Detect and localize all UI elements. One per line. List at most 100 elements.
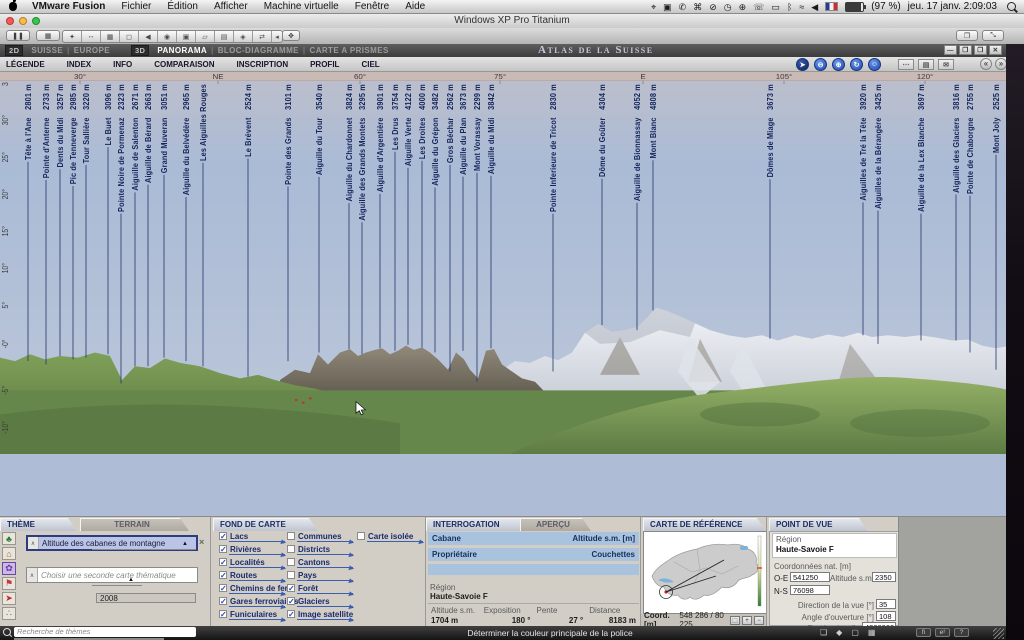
mac-menu-machine-virtuelle[interactable]: Machine virtuelle <box>256 1 347 12</box>
menu-clock[interactable]: jeu. 17 janv. 2:09:03 <box>908 1 997 12</box>
keyboard-flag-icon[interactable] <box>825 2 838 11</box>
display-icon[interactable]: ▭ <box>771 0 780 14</box>
checkbox-communes[interactable] <box>287 532 295 540</box>
menu-item-inscription[interactable]: INSCRIPTION <box>237 60 289 69</box>
pause-button[interactable]: ❚❚ <box>6 30 30 41</box>
printer-icon[interactable]: ▤ <box>215 31 234 42</box>
checkbox-routes[interactable]: ✓ <box>219 571 227 579</box>
battery-icon[interactable] <box>845 2 864 12</box>
layer-slider[interactable] <box>229 606 285 607</box>
combo-caret-icon[interactable]: ∧ <box>28 537 39 549</box>
layer-slider[interactable] <box>229 567 285 568</box>
checkbox-funiculaires[interactable]: ✓ <box>219 610 227 618</box>
suspend-icon[interactable]: ◻ <box>120 31 139 42</box>
maximize-button[interactable]: ❐ <box>974 45 987 55</box>
zoom-in-map-button[interactable]: + <box>742 616 752 625</box>
panorama-view[interactable]: Tête à l'Ane 2801 mPointe d'Anterne 2733… <box>0 72 1006 516</box>
angle-field[interactable]: 108 <box>876 611 896 621</box>
switzerland-map[interactable] <box>643 531 767 614</box>
tab-terrain[interactable]: TERRAIN <box>80 518 189 531</box>
layer-slider[interactable] <box>297 606 353 607</box>
software-update-icon[interactable]: ⊕ <box>739 0 747 14</box>
layer-slider[interactable] <box>297 580 353 581</box>
document-icon[interactable]: ▢ <box>851 628 859 637</box>
nav-item-carte-a-prismes[interactable]: CARTE A PRISMES <box>307 46 392 55</box>
snapshot-button[interactable]: ▦ <box>36 30 60 41</box>
vm-window-icon[interactable]: ▣ <box>663 0 672 14</box>
mac-menu-vmware-fusion[interactable]: VMware Fusion <box>24 1 113 12</box>
snapshot-corner-button[interactable]: ❐ <box>956 30 978 41</box>
cabins-theme-icon[interactable]: ⌂ <box>2 547 16 560</box>
theme-search-input[interactable]: Recherche de thèmes <box>14 627 196 637</box>
restore-button[interactable]: ❐ <box>959 45 972 55</box>
mac-menu-afficher[interactable]: Afficher <box>206 1 256 12</box>
close-button[interactable]: ✕ <box>989 45 1002 55</box>
theme-slider-2[interactable] <box>92 585 142 586</box>
mac-menu-fichier[interactable]: Fichier <box>113 1 159 12</box>
camera-icon[interactable]: ▣ <box>177 31 196 42</box>
menu-item-legende[interactable]: LÉGENDE <box>6 60 45 69</box>
forest-theme-icon[interactable]: ♣ <box>2 532 16 545</box>
printer-icon[interactable]: ▦ <box>868 628 876 637</box>
font-button[interactable]: fi <box>916 628 931 637</box>
mac-menu-fenetre[interactable]: Fenêtre <box>347 1 397 12</box>
fullscreen-corner-button[interactable]: ⤡ <box>982 30 1004 41</box>
theme-combo-2[interactable]: ∧ Choisir une seconde carte thématique <box>26 567 198 583</box>
layer-slider[interactable] <box>229 593 285 594</box>
checkbox-localites[interactable]: ✓ <box>219 558 227 566</box>
transport-theme-icon[interactable]: ➤ <box>2 592 16 605</box>
do-not-disturb-icon[interactable]: ⊘ <box>709 0 717 14</box>
layer-slider[interactable] <box>367 541 423 542</box>
year-field[interactable]: 2008 <box>96 593 196 603</box>
sync-icon[interactable]: ⇄ <box>253 31 272 42</box>
volume-icon[interactable]: ◀ <box>811 0 818 14</box>
handset-icon[interactable]: ☏ <box>753 0 764 14</box>
checkbox-chemins-de-fer[interactable]: ✓ <box>219 584 227 592</box>
time-machine-icon[interactable]: ◷ <box>724 0 732 14</box>
menu-item-info[interactable]: INFO <box>113 60 132 69</box>
keychain-icon[interactable]: ⌘ <box>693 0 702 14</box>
fullscreen-icon[interactable]: ↔ <box>82 31 101 42</box>
nav-item-panorama[interactable]: PANORAMA <box>154 46 210 55</box>
layer-slider[interactable] <box>229 619 285 620</box>
menu-item-index[interactable]: INDEX <box>67 60 91 69</box>
mobile-phone-icon[interactable]: ✆ <box>679 0 687 14</box>
tab-theme[interactable]: THÈME <box>0 518 77 531</box>
extent-button[interactable]: ⬚ <box>730 616 740 625</box>
pv-region-value[interactable]: Haute-Savoie F <box>776 545 834 554</box>
oe-field[interactable]: 541250 <box>790 572 830 582</box>
measure-button[interactable]: ⋯ <box>898 59 914 70</box>
zoom-out-map-button[interactable]: − <box>754 616 764 625</box>
apple-menu-icon[interactable] <box>9 2 17 11</box>
unity-button[interactable]: ✥ <box>282 30 300 41</box>
cd-icon[interactable]: ◉ <box>158 31 177 42</box>
checkbox-glaciers[interactable]: ✓ <box>287 597 295 605</box>
trails-theme-icon[interactable]: ∴ <box>2 607 16 620</box>
menu-item-profil[interactable]: PROFIL <box>310 60 339 69</box>
layout-button[interactable]: ▤ <box>918 59 934 70</box>
checkbox-image-satellite[interactable]: ✓ <box>287 610 295 618</box>
layer-slider[interactable] <box>297 619 353 620</box>
crosshair-icon[interactable]: ⌖ <box>651 0 656 14</box>
checkbox-gares-ferroviaires[interactable]: ✓ <box>219 597 227 605</box>
menu-item-comparaison[interactable]: COMPARAISON <box>154 60 214 69</box>
combo-caret-icon[interactable]: ∧ <box>27 568 38 582</box>
tab-apercu[interactable]: APERÇU <box>520 518 591 531</box>
collapse-icon[interactable]: ◂ <box>272 31 282 42</box>
shield-icon[interactable]: ◆ <box>836 628 842 637</box>
pv-alt-field[interactable]: 2350 <box>872 572 896 582</box>
mac-menu-edition[interactable]: Édition <box>159 1 206 12</box>
mac-menu-aide[interactable]: Aide <box>397 1 433 12</box>
help-button[interactable]: ? <box>954 628 969 637</box>
back-button[interactable]: « <box>980 58 992 70</box>
spotlight-icon[interactable] <box>1007 2 1016 11</box>
nav-item-suisse[interactable]: SUISSE <box>28 46 66 55</box>
combo-close-icon[interactable]: × <box>199 537 204 547</box>
layer-slider[interactable] <box>229 554 285 555</box>
flora-theme-icon[interactable]: ✿ <box>2 562 16 575</box>
direction-field[interactable]: 35 <box>876 599 896 609</box>
layer-slider[interactable] <box>229 580 285 581</box>
zoom-in-button[interactable]: ⊕ <box>832 58 845 71</box>
checkbox-pays[interactable] <box>287 571 295 579</box>
wifi-icon[interactable]: ≈ <box>799 0 804 14</box>
